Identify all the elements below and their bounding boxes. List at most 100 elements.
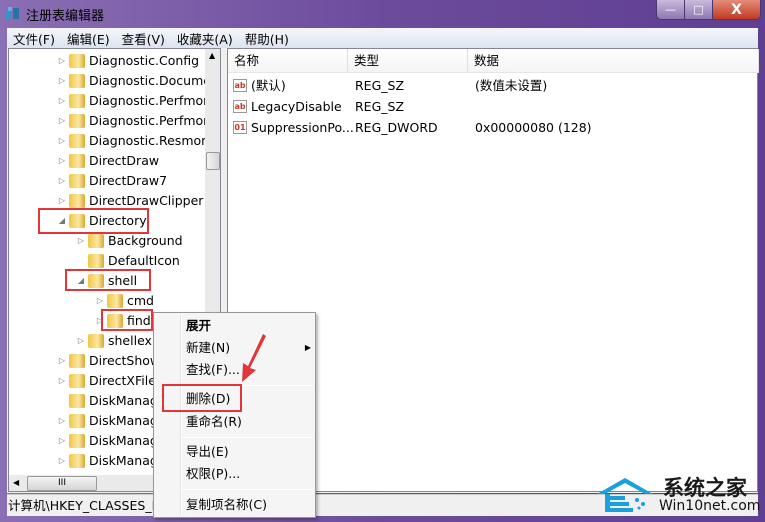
value-row[interactable]: ab (默认) REG_SZ (数值未设置) (228, 75, 757, 96)
value-data: (数值未设置) (475, 78, 548, 93)
tree-node-label: Diagnostic.Documer (89, 73, 217, 88)
tree-node-label: DirectXFile (89, 373, 156, 388)
scroll-up-icon[interactable]: ▲ (209, 51, 215, 60)
menu-item-copy-key-name[interactable]: 复制项名称(C) (186, 495, 267, 515)
house-logo-icon (597, 478, 653, 512)
tree-node-label: shellex (108, 333, 152, 348)
expand-arrow-icon[interactable]: ▷ (57, 171, 67, 191)
menu-help[interactable]: 帮助(H) (239, 29, 295, 48)
menu-file[interactable]: 文件(F) (7, 29, 61, 48)
tree-node[interactable]: ▷ DirectDraw (9, 151, 205, 171)
minimize-button[interactable]: — (657, 0, 685, 19)
string-value-icon: ab (233, 100, 247, 113)
expand-arrow-icon[interactable]: ▷ (57, 131, 67, 151)
folder-icon (69, 454, 85, 468)
menu-bar: 文件(F) 编辑(E) 查看(V) 收藏夹(A) 帮助(H) (7, 28, 758, 48)
tree-node[interactable]: ▷ Diagnostic.Resmon. (9, 131, 213, 151)
tree-node-label: Diagnostic.Resmon. (89, 133, 214, 148)
tree-node-label: Background (108, 233, 183, 248)
folder-icon (88, 254, 104, 268)
menu-item-rename[interactable]: 重命名(R) (186, 412, 242, 432)
value-name: SuppressionPo... (251, 120, 354, 135)
value-data: 0x00000080 (128) (475, 120, 592, 135)
regedit-app-icon (6, 7, 19, 19)
menu-separator (182, 489, 313, 490)
tree-node[interactable]: DefaultIcon (9, 251, 205, 271)
tree-node-label: DirectShow (89, 353, 161, 368)
column-header-name[interactable]: 名称 (228, 49, 348, 73)
expand-arrow-icon[interactable]: ▷ (57, 71, 67, 91)
expand-arrow-icon[interactable]: ▷ (57, 411, 67, 431)
expand-arrow-icon[interactable]: ▷ (57, 51, 67, 71)
folder-icon (69, 54, 85, 68)
expand-arrow-icon[interactable]: ▷ (57, 111, 67, 131)
menu-separator (182, 437, 313, 438)
tree-node[interactable]: ▷ Diagnostic.Documer (9, 71, 216, 91)
dword-value-icon: 01 (233, 121, 247, 134)
tree-node[interactable]: ▷ Diagnostic.Perfmon (9, 91, 211, 111)
folder-icon (88, 334, 104, 348)
expand-arrow-icon[interactable]: ▷ (57, 371, 67, 391)
value-type: REG_SZ (355, 99, 405, 114)
menu-item-new-label: 新建(N) (186, 340, 231, 355)
value-type: REG_SZ (355, 78, 405, 93)
expand-arrow-icon[interactable]: ▷ (57, 91, 67, 111)
expand-arrow-icon[interactable]: ▷ (57, 351, 67, 371)
value-name: LegacyDisable (251, 99, 342, 114)
expand-arrow-icon[interactable]: ▷ (76, 231, 86, 251)
tree-node-label: cmd (127, 293, 154, 308)
tree-node-label: DiskManag (89, 393, 158, 408)
expand-arrow-icon[interactable]: ▷ (95, 291, 105, 311)
menu-item-export[interactable]: 导出(E) (186, 442, 229, 462)
folder-icon (69, 174, 85, 188)
tree-node-label: DefaultIcon (108, 253, 180, 268)
red-arrow-icon (242, 334, 266, 382)
tree-node[interactable]: ▷ Diagnostic.Config (9, 51, 205, 71)
menu-edit[interactable]: 编辑(E) (61, 29, 116, 48)
tree-node[interactable]: ▷ DirectDraw7 (9, 171, 205, 191)
tree-node[interactable]: ▷ cmd (9, 291, 205, 311)
tree-vertical-scroll-thumb[interactable] (206, 152, 220, 170)
window-controls: — □ X (656, 0, 761, 20)
tree-horizontal-scroll-thumb[interactable]: III (27, 476, 97, 491)
value-row[interactable]: ab LegacyDisable REG_SZ (228, 96, 757, 117)
tree-node-label: Diagnostic.Perfmon (89, 113, 212, 128)
folder-icon (69, 394, 85, 408)
scroll-left-icon[interactable]: ◀ (13, 478, 19, 487)
folder-icon (69, 154, 85, 168)
tree-node-label: DiskManag (89, 453, 158, 468)
folder-icon (69, 374, 85, 388)
folder-icon (69, 354, 85, 368)
expand-arrow-icon[interactable]: ▷ (57, 431, 67, 451)
highlight-directory (38, 208, 149, 234)
menu-item-permissions[interactable]: 权限(P)... (186, 464, 240, 484)
tree-node-label: DirectDraw7 (89, 173, 168, 188)
folder-icon (69, 414, 85, 428)
submenu-arrow-icon: ▶ (304, 343, 311, 352)
expand-arrow-icon[interactable]: ▷ (57, 451, 67, 471)
window-title: 注册表编辑器 (26, 9, 105, 24)
column-header-data[interactable]: 数据 (468, 49, 759, 73)
tree-node[interactable]: ▷ Diagnostic.Perfmon (9, 111, 211, 131)
value-row[interactable]: 01 SuppressionPo... REG_DWORD 0x00000080 (1… (228, 117, 757, 138)
maximize-button[interactable]: □ (685, 0, 713, 19)
tree-node-label: DirectDraw (89, 153, 160, 168)
menu-item-expand[interactable]: 展开 (186, 316, 211, 336)
folder-icon (69, 94, 85, 108)
folder-icon (107, 294, 123, 308)
tree-node-label: DiskManag (89, 433, 158, 448)
folder-icon (88, 234, 104, 248)
value-type: REG_DWORD (355, 120, 438, 135)
highlight-find (101, 309, 153, 331)
tree-node[interactable]: ▷ Background (9, 231, 205, 251)
watermark-site: Win10net.com (659, 498, 761, 514)
expand-arrow-icon[interactable]: ▷ (57, 151, 67, 171)
column-header-type[interactable]: 类型 (348, 49, 468, 73)
menu-favorites[interactable]: 收藏夹(A) (171, 29, 239, 48)
value-name: (默认) (251, 78, 286, 93)
folder-icon (69, 114, 85, 128)
close-button[interactable]: X (713, 0, 760, 19)
expand-arrow-icon[interactable]: ▷ (76, 331, 86, 351)
folder-icon (69, 194, 85, 208)
menu-view[interactable]: 查看(V) (116, 29, 171, 48)
